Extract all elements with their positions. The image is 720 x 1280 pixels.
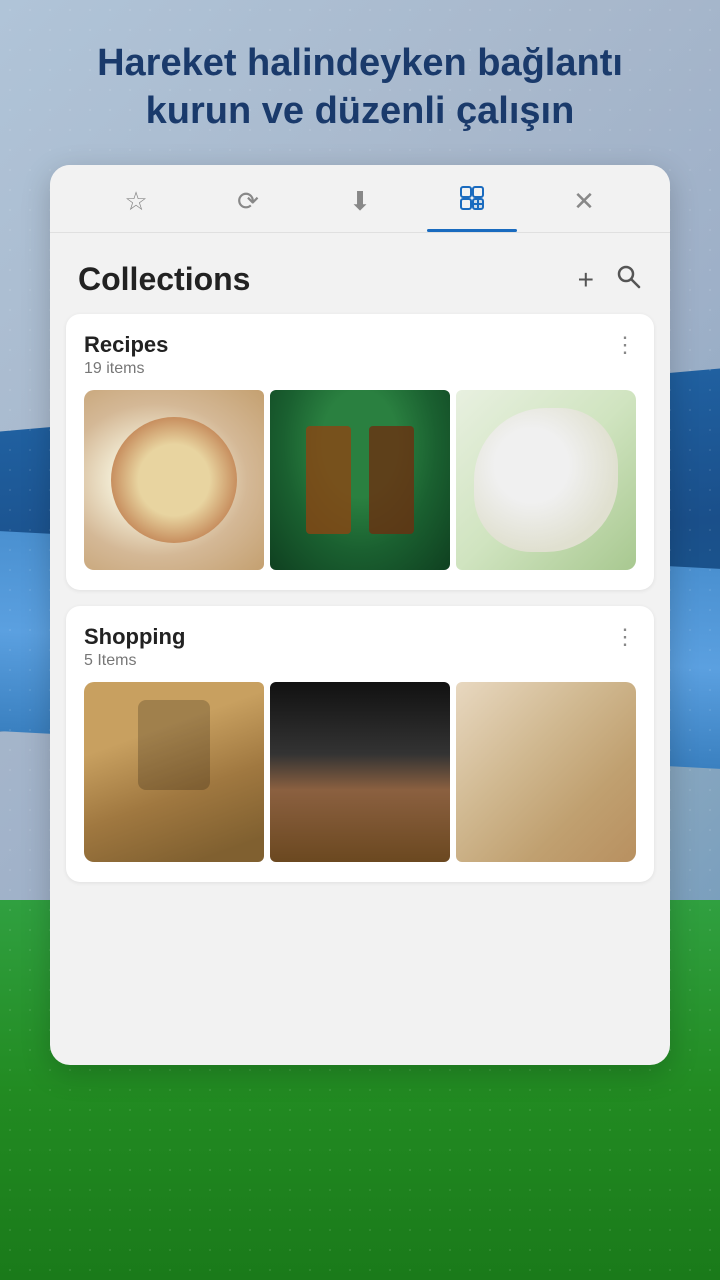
recipes-count: 19 items bbox=[84, 360, 168, 378]
collections-title: Collections bbox=[78, 261, 250, 298]
recipes-image-grid bbox=[84, 390, 636, 570]
header-actions: + bbox=[578, 262, 642, 297]
panel-content[interactable]: Collections + Recipes 19 ite bbox=[50, 233, 670, 1065]
add-collection-button[interactable]: + bbox=[578, 264, 594, 296]
recipes-image-1 bbox=[84, 390, 264, 570]
panel-card: ☆ ⟳ ⬇ bbox=[50, 165, 670, 1065]
shopping-image-2 bbox=[270, 682, 450, 862]
history-icon: ⟳ bbox=[237, 186, 259, 217]
shopping-image-grid bbox=[84, 682, 636, 862]
tab-bar: ☆ ⟳ ⬇ bbox=[50, 165, 670, 233]
hero-title: Hareket halindeyken bağlantı kurun ve dü… bbox=[0, 0, 720, 165]
tab-bookmarks[interactable]: ☆ bbox=[80, 186, 192, 231]
collections-header: Collections + bbox=[50, 237, 670, 314]
recipes-image-3 bbox=[456, 390, 636, 570]
empty-space bbox=[50, 898, 670, 978]
recipes-info: Recipes 19 items bbox=[84, 332, 168, 378]
collection-card-shopping[interactable]: Shopping 5 Items ⋮ bbox=[66, 606, 654, 882]
tab-close[interactable]: ✕ bbox=[528, 186, 640, 231]
shopping-card-header: Shopping 5 Items ⋮ bbox=[84, 624, 636, 670]
content-wrapper: Hareket halindeyken bağlantı kurun ve dü… bbox=[0, 0, 720, 1280]
shopping-count: 5 Items bbox=[84, 652, 185, 670]
bookmark-icon: ☆ bbox=[124, 186, 147, 217]
shopping-name: Shopping bbox=[84, 624, 185, 650]
shopping-more-button[interactable]: ⋮ bbox=[614, 624, 636, 650]
recipes-card-header: Recipes 19 items ⋮ bbox=[84, 332, 636, 378]
recipes-name: Recipes bbox=[84, 332, 168, 358]
recipes-more-button[interactable]: ⋮ bbox=[614, 332, 636, 358]
search-collections-button[interactable] bbox=[614, 262, 642, 297]
close-icon: ✕ bbox=[573, 186, 595, 217]
shopping-image-1 bbox=[84, 682, 264, 862]
recipes-image-2 bbox=[270, 390, 450, 570]
shopping-info: Shopping 5 Items bbox=[84, 624, 185, 670]
collections-icon bbox=[459, 185, 485, 218]
tab-collections[interactable] bbox=[416, 185, 528, 232]
download-icon: ⬇ bbox=[349, 186, 371, 217]
tab-history[interactable]: ⟳ bbox=[192, 186, 304, 231]
collection-card-recipes[interactable]: Recipes 19 items ⋮ bbox=[66, 314, 654, 590]
tab-downloads[interactable]: ⬇ bbox=[304, 186, 416, 231]
shopping-image-3 bbox=[456, 682, 636, 862]
